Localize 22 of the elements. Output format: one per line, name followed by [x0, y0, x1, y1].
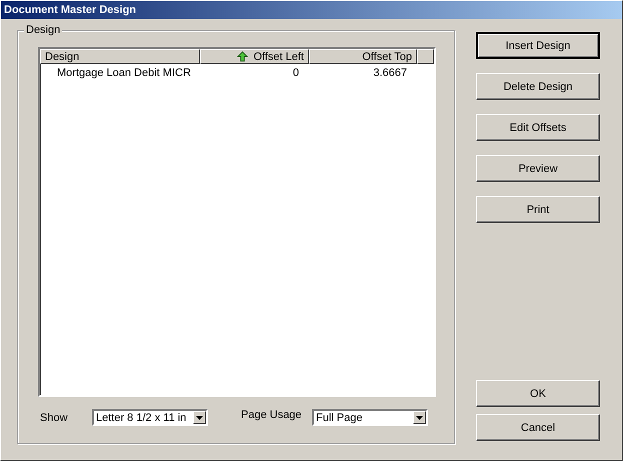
- column-header[interactable]: Offset Top: [309, 49, 417, 64]
- action-button[interactable]: Insert Design: [476, 32, 600, 59]
- table-cell-text: Mortgage Loan Debit MICR: [56, 67, 192, 79]
- action-button[interactable]: Print: [476, 196, 600, 223]
- page-usage-label: Page Usage: [241, 408, 303, 420]
- table-cell-text: 0: [292, 67, 300, 79]
- sort-arrow-icon: [237, 51, 248, 62]
- column-header: [417, 49, 434, 64]
- show-label: Show: [40, 412, 69, 424]
- page-usage-dropdown[interactable]: Full Page: [312, 409, 428, 426]
- dialog-button[interactable]: OK: [476, 380, 600, 407]
- action-button[interactable]: Edit Offsets: [476, 114, 600, 141]
- design-list[interactable]: Design Offset Left Offset Top Mortgage Loan Debit MICR 0 3.6667: [38, 47, 436, 397]
- window-title: Document Master Design: [4, 4, 136, 16]
- group-label: Design: [24, 24, 62, 36]
- action-button[interactable]: Delete Design: [476, 73, 600, 100]
- dialog-button[interactable]: Cancel: [476, 414, 600, 441]
- column-header[interactable]: Offset Left: [200, 49, 309, 64]
- table-cell-text: 3.6667: [372, 67, 408, 79]
- action-button[interactable]: Preview: [476, 155, 600, 182]
- show-dropdown[interactable]: Letter 8 1/2 x 11 in: [92, 409, 208, 426]
- column-header[interactable]: Design: [40, 49, 200, 64]
